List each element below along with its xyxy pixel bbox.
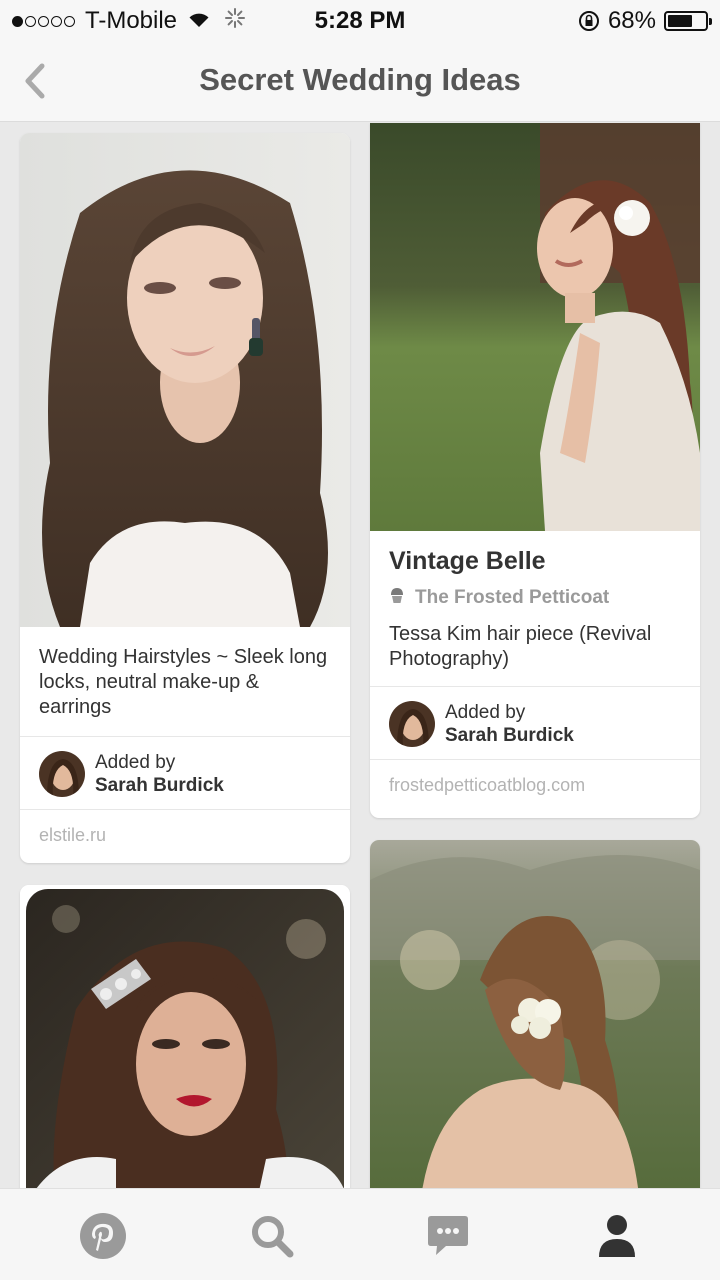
battery-level bbox=[668, 15, 693, 27]
pin-card[interactable] bbox=[370, 840, 700, 1188]
board-name[interactable]: The Frosted Petticoat bbox=[415, 587, 609, 609]
pin-source-link[interactable]: elstile.ru bbox=[20, 810, 350, 861]
tab-home[interactable] bbox=[78, 1211, 128, 1261]
pinner-name[interactable]: Sarah Burdick bbox=[445, 724, 574, 747]
avatar[interactable] bbox=[39, 751, 85, 797]
pin-source-link[interactable]: frostedpetticoatblog.com bbox=[370, 760, 700, 811]
pin-image[interactable] bbox=[370, 840, 700, 1188]
rotation-lock-icon bbox=[578, 10, 600, 32]
pin-card[interactable] bbox=[20, 885, 350, 1188]
pinterest-logo-icon bbox=[80, 1213, 126, 1259]
page-title: Secret Wedding Ideas bbox=[199, 62, 521, 97]
pin-image[interactable] bbox=[20, 885, 350, 1188]
pin-feed[interactable]: Wedding Hairstyles ~ Sleek long locks, n… bbox=[0, 123, 720, 1188]
cupcake-icon bbox=[389, 586, 405, 610]
status-bar: T-Mobile 5:28 PM 68% bbox=[0, 0, 720, 40]
navigation-bar: Secret Wedding Ideas bbox=[0, 40, 720, 122]
tab-messages[interactable] bbox=[423, 1211, 473, 1261]
search-icon bbox=[252, 1216, 294, 1258]
tab-search[interactable] bbox=[247, 1211, 297, 1261]
pin-image[interactable] bbox=[20, 133, 350, 627]
profile-icon bbox=[599, 1215, 635, 1257]
added-by-label: Added by bbox=[445, 702, 526, 723]
messages-icon bbox=[428, 1216, 468, 1255]
pinner-row[interactable]: Added by Sarah Burdick bbox=[20, 737, 350, 810]
tab-bar bbox=[0, 1188, 720, 1280]
pin-card[interactable]: Wedding Hairstyles ~ Sleek long locks, n… bbox=[20, 133, 350, 863]
pin-image[interactable] bbox=[370, 123, 700, 531]
added-by-label: Added by bbox=[95, 752, 176, 773]
pin-description: Tessa Kim hair piece (Revival Photograph… bbox=[370, 610, 700, 687]
battery-icon bbox=[664, 11, 712, 31]
avatar[interactable] bbox=[389, 701, 435, 747]
status-right: 68% bbox=[578, 7, 712, 35]
tab-profile[interactable] bbox=[592, 1211, 642, 1261]
battery-percent: 68% bbox=[607, 7, 656, 34]
pinner-name[interactable]: Sarah Burdick bbox=[95, 774, 224, 797]
pin-description: Wedding Hairstyles ~ Sleek long locks, n… bbox=[20, 627, 350, 737]
pin-card[interactable]: Vintage Belle The Frosted Petticoat Tess… bbox=[370, 123, 700, 818]
pin-title[interactable]: Vintage Belle bbox=[370, 531, 700, 576]
board-link[interactable]: The Frosted Petticoat bbox=[370, 576, 700, 610]
pinner-row[interactable]: Added by Sarah Burdick bbox=[370, 687, 700, 760]
